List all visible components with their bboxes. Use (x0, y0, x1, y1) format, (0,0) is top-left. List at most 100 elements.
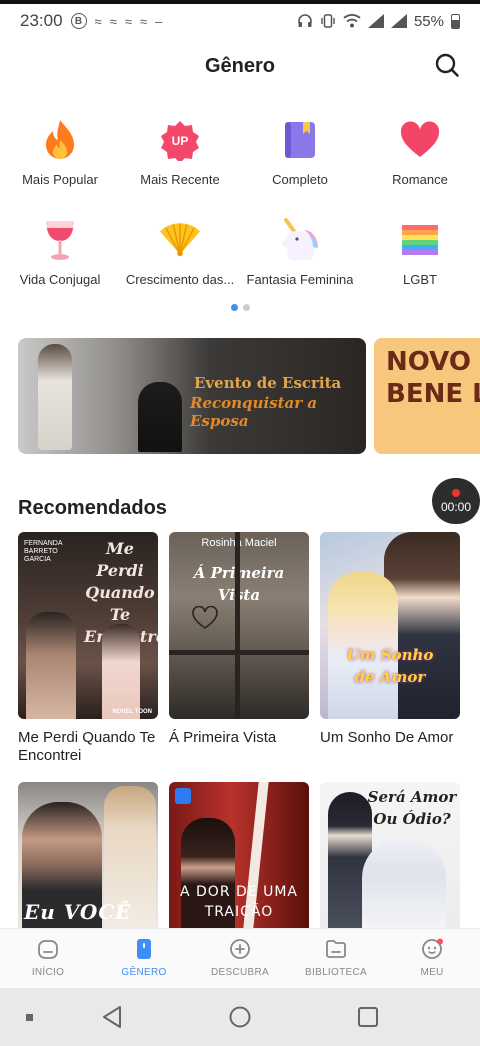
banner-promo[interactable]: NOVO P DE BENE LANÇ (374, 338, 480, 454)
banner-line1: Evento de Escrita (194, 374, 342, 392)
pager-dot-active[interactable] (230, 304, 238, 311)
battery-icon (451, 13, 460, 29)
status-time: 23:00 (20, 11, 63, 30)
cover-figure (26, 612, 76, 719)
discover-icon (230, 939, 250, 959)
book-cover[interactable]: Um Sonho de Amor (320, 532, 460, 719)
category-label: Completo (272, 172, 328, 187)
app-header: Gênero (0, 38, 480, 94)
nav-meu[interactable]: MEU (384, 929, 480, 988)
vibrate-icon (321, 14, 335, 28)
b-circle-icon: B (70, 13, 87, 29)
up-badge-icon: UP (158, 118, 202, 162)
cover-publisher: NOVEL TOON (112, 709, 152, 715)
rainbow-flag-icon (398, 218, 442, 262)
book-card[interactable]: Eu VOCÊ (18, 782, 158, 928)
wifi-icon (343, 14, 361, 28)
book-cover[interactable]: FERNANDA BARRETO GARCIA Me Perdi Quando … (18, 532, 158, 719)
timer-text: 00:00 (440, 499, 472, 514)
category-label: Vida Conjugal (19, 272, 101, 287)
category-lgbt[interactable]: LGBT (360, 218, 480, 318)
nav-inicio[interactable]: INÍCIO (0, 929, 96, 988)
nav-genero[interactable]: GÊNERO (96, 929, 192, 988)
book-title[interactable]: Me Perdi Quando Te Encontrei (18, 729, 158, 765)
book-cover[interactable]: Será Amor Ou Ódio? (320, 782, 460, 928)
genre-icon (137, 939, 151, 959)
nav-label: DESCUBRA (211, 967, 269, 978)
category-grid: Mais Popular UP Mais Recente Completo Ro… (0, 118, 480, 318)
nav-biblioteca[interactable]: BIBLIOTECA (288, 929, 384, 988)
notification-icon: ≈ (94, 13, 102, 29)
nav-label: BIBLIOTECA (305, 967, 367, 978)
book-cover[interactable]: A DOR DE UMA TRAIÇÃO (169, 782, 309, 928)
signal-icon (390, 14, 407, 28)
category-label: LGBT (403, 272, 437, 287)
more-icon: – (155, 13, 163, 29)
book-cover[interactable]: Rosinha Maciel Á Primeira Vista (169, 532, 309, 719)
fan-icon (158, 218, 202, 262)
record-dot-icon (452, 488, 460, 497)
pager-dot[interactable] (242, 304, 250, 311)
cover-title: Será Amor Ou Ódio? (367, 788, 457, 828)
cover-figure (362, 838, 446, 928)
nav-label: GÊNERO (121, 967, 167, 978)
cover-window-frame (235, 532, 240, 719)
category-label: Mais Recente (140, 172, 220, 187)
notification-icon: ≈ (109, 13, 117, 29)
section-title-recommended: Recomendados (18, 497, 167, 519)
fire-icon (38, 118, 82, 162)
banner-line2: Reconquistar a Esposa (190, 394, 318, 430)
cover-window-frame (169, 650, 309, 655)
signal-icon (367, 14, 384, 28)
category-completo[interactable]: Completo (240, 118, 360, 218)
cover-author: FERNANDA BARRETO GARCIA (24, 540, 63, 563)
nav-label: MEU (420, 967, 444, 978)
profile-icon (422, 938, 443, 959)
book-card[interactable]: Será Amor Ou Ódio? (320, 782, 460, 928)
headset-icon (298, 14, 312, 27)
book-icon (278, 118, 322, 162)
status-bar: 23:00 B ≈ ≈ ≈ ≈ – 55% (0, 4, 480, 38)
system-nav-bar (0, 988, 480, 1046)
category-label: Mais Popular (22, 172, 98, 187)
book-title[interactable]: Á Primeira Vista (169, 729, 309, 747)
book-cover[interactable]: Eu VOCÊ (18, 782, 158, 928)
category-fantasia-feminina[interactable]: Fantasia Feminina (240, 218, 360, 318)
book-card[interactable]: Rosinha Maciel Á Primeira Vista Á Primei… (169, 532, 309, 747)
category-pager (0, 304, 480, 311)
banner-figure-woman (38, 344, 72, 450)
back-icon[interactable] (100, 1004, 124, 1030)
category-label: Crescimento das... (125, 272, 235, 287)
menu-dot-icon[interactable] (26, 1014, 33, 1021)
cover-title: Um Sonho de Amor (346, 646, 434, 686)
home-circle-icon[interactable] (228, 1005, 252, 1029)
recording-timer[interactable]: 00:00 (432, 478, 480, 524)
cover-title: Eu VOCÊ (24, 900, 132, 924)
up-badge-text: UP (172, 134, 189, 148)
book-card[interactable]: A DOR DE UMA TRAIÇÃO (169, 782, 309, 928)
category-romance[interactable]: Romance (360, 118, 480, 218)
bottom-nav: INÍCIO GÊNERO DESCUBRA BIBLIOTECA MEU (0, 928, 480, 988)
nav-descubra[interactable]: DESCUBRA (192, 929, 288, 988)
status-left-icons: B ≈ ≈ ≈ ≈ – (70, 13, 163, 29)
category-label: Fantasia Feminina (246, 272, 354, 287)
book-title[interactable]: Um Sonho De Amor (320, 729, 460, 747)
home-icon (38, 940, 58, 959)
category-vida-conjugal[interactable]: Vida Conjugal (0, 218, 120, 318)
category-mais-recente[interactable]: UP Mais Recente (120, 118, 240, 218)
cover-figure (102, 624, 140, 719)
publisher-badge-icon (175, 788, 191, 804)
banner-writing-event[interactable]: Evento de Escrita Reconquistar a Esposa (18, 338, 366, 454)
category-crescimento[interactable]: Crescimento das... (120, 218, 240, 318)
book-card[interactable]: Um Sonho de Amor Um Sonho De Amor (320, 532, 460, 747)
battery-percent: 55% (413, 12, 444, 30)
category-mais-popular[interactable]: Mais Popular (0, 118, 120, 218)
search-icon[interactable] (434, 52, 460, 78)
status-right: 55% (297, 13, 460, 30)
category-label: Romance (392, 172, 448, 187)
book-card[interactable]: FERNANDA BARRETO GARCIA Me Perdi Quando … (18, 532, 158, 765)
recents-icon[interactable] (356, 1005, 380, 1029)
notification-icon: ≈ (124, 13, 132, 29)
page-title: Gênero (204, 54, 276, 77)
library-icon (326, 940, 346, 958)
